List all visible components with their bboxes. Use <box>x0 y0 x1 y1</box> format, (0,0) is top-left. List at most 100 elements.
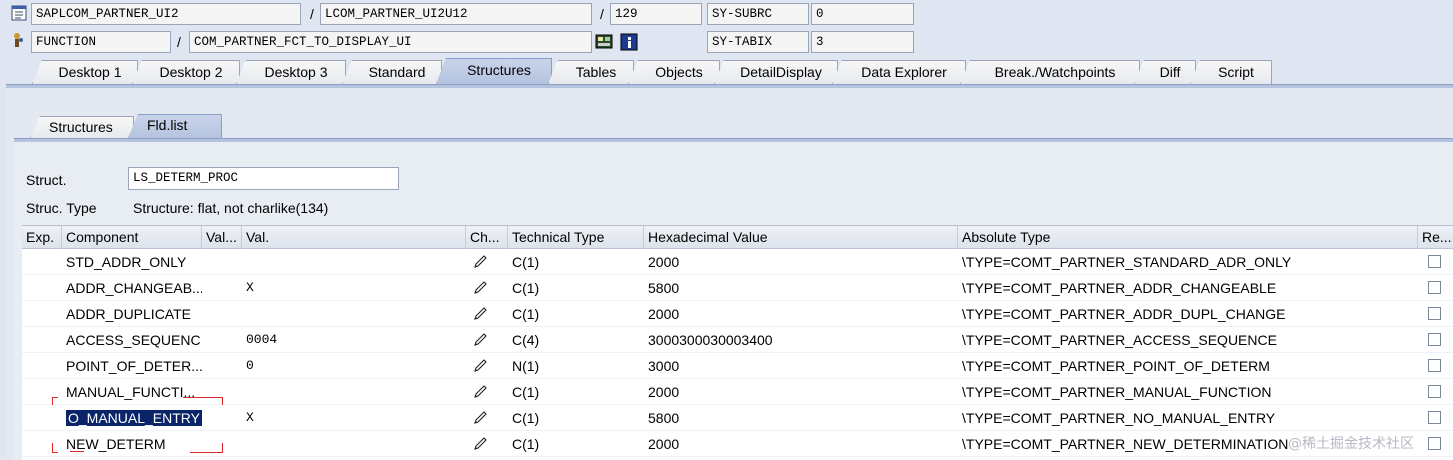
absolute-type-cell: \TYPE=COMT_PARTNER_MANUAL_FUNCTION <box>962 384 1272 400</box>
tab-desktop-1[interactable]: Desktop 1 <box>32 60 138 84</box>
annotation-mark <box>190 443 223 453</box>
pencil-icon[interactable] <box>472 306 488 322</box>
event-type-field[interactable]: FUNCTION <box>31 31 171 53</box>
value-cell[interactable]: X <box>246 405 462 431</box>
col-val[interactable]: Val. <box>242 226 466 249</box>
table-row[interactable]: O_MANUAL_ENTRY X C(1) 5800 \TYPE=COMT_PARTNE… <box>22 405 1453 431</box>
table-row[interactable]: ACCESS_SEQUENC... 0004 C(4) 300030003000340… <box>22 327 1453 353</box>
technical-type-cell: C(1) <box>512 280 540 296</box>
component-cell[interactable]: POINT_OF_DETER... <box>66 353 202 379</box>
ref-checkbox[interactable] <box>1428 359 1441 372</box>
tab-data-explorer[interactable]: Data Explorer <box>832 60 966 84</box>
table-row[interactable]: MANUAL_FUNCTI... C(1) 2000 \TYPE=COMT_PARTN… <box>22 379 1453 405</box>
var1-value-field[interactable]: 0 <box>811 3 914 25</box>
col-change[interactable]: Ch... <box>466 226 508 249</box>
annotation-mark <box>183 397 223 405</box>
annotation-mark <box>70 451 84 452</box>
table-row[interactable]: POINT_OF_DETER... 0 N(1) 3000 \TYPE=COMT_PAR… <box>22 353 1453 379</box>
technical-type-cell: C(1) <box>512 384 540 400</box>
info-icon[interactable] <box>620 33 638 51</box>
value-cell[interactable]: X <box>246 275 462 301</box>
subtab-fld-list[interactable]: Fld.list <box>128 114 222 138</box>
pencil-icon[interactable] <box>472 384 488 400</box>
ref-checkbox[interactable] <box>1428 411 1441 424</box>
component-cell[interactable]: STD_ADDR_ONLY <box>66 249 202 275</box>
component-cell[interactable]: O_MANUAL_ENTRY <box>66 405 202 431</box>
table-row[interactable]: NEW_DETERM C(1) 2000 \TYPE=COMT_PARTNER_NEW… <box>22 431 1453 457</box>
struct-type-value: Structure: flat, not charlike(134) <box>133 200 329 216</box>
pencil-icon[interactable] <box>472 436 488 452</box>
pencil-icon[interactable] <box>472 358 488 374</box>
table-row[interactable]: ADDR_DUPLICATE C(1) 2000 \TYPE=COMT_PARTNER… <box>22 301 1453 327</box>
field-list-table: Exp. Component Val... Val. Ch... Technic… <box>22 225 1453 460</box>
component-cell[interactable]: MANUAL_FUNCTI... <box>66 379 202 405</box>
tab-objects[interactable]: Objects <box>628 60 720 84</box>
ref-checkbox[interactable] <box>1428 333 1441 346</box>
value-cell[interactable]: 0004 <box>246 327 462 353</box>
tab-detaildisplay[interactable]: DetailDisplay <box>714 60 838 84</box>
pencil-icon[interactable] <box>472 254 488 270</box>
component-cell[interactable]: ADDR_DUPLICATE <box>66 301 202 327</box>
absolute-type-cell: \TYPE=COMT_PARTNER_ADDR_CHANGEABLE <box>962 280 1277 296</box>
tab-desktop-3[interactable]: Desktop 3 <box>236 60 346 84</box>
col-ref[interactable]: Re... <box>1418 226 1453 249</box>
pencil-icon[interactable] <box>472 332 488 348</box>
struct-input[interactable]: LS_DETERM_PROC <box>128 167 399 190</box>
tab-break-watchpoints[interactable]: Break./Watchpoints <box>960 60 1140 84</box>
col-exp[interactable]: Exp. <box>22 226 62 249</box>
line-field[interactable]: 129 <box>610 3 702 25</box>
table-row[interactable]: STD_ADDR_ONLY C(1) 2000 \TYPE=COMT_PARTNER_… <box>22 249 1453 275</box>
struct-label: Struct. <box>26 172 67 188</box>
ref-checkbox[interactable] <box>1428 281 1441 294</box>
tab-desktop-2[interactable]: Desktop 2 <box>132 60 240 84</box>
technical-type-cell: N(1) <box>512 358 540 374</box>
ref-checkbox[interactable] <box>1428 255 1441 268</box>
value-cell[interactable] <box>246 301 462 327</box>
col-component[interactable]: Component <box>62 226 202 249</box>
tab-script[interactable]: Script <box>1190 60 1272 84</box>
watermark: @稀土掘金技术社区 <box>1288 436 1414 452</box>
var2-value-field[interactable]: 3 <box>811 31 914 53</box>
component-cell[interactable]: ADDR_CHANGEAB... <box>66 275 202 301</box>
subtab-structures[interactable]: Structures <box>30 116 134 138</box>
pencil-icon[interactable] <box>472 280 488 296</box>
pencil-icon[interactable] <box>472 410 488 426</box>
component-cell[interactable]: ACCESS_SEQUENC... <box>66 327 202 353</box>
ref-checkbox[interactable] <box>1428 437 1441 450</box>
value-cell[interactable] <box>246 431 462 457</box>
technical-type-cell: C(1) <box>512 436 540 452</box>
absolute-type-cell: \TYPE=COMT_PARTNER_NO_MANUAL_ENTRY <box>962 410 1276 426</box>
display-icon[interactable] <box>595 33 613 51</box>
separator: / <box>310 6 314 22</box>
col-absolute-type[interactable]: Absolute Type <box>958 226 1418 249</box>
ref-checkbox[interactable] <box>1428 307 1441 320</box>
separator: / <box>177 34 181 50</box>
col-technical-type[interactable]: Technical Type <box>508 226 644 249</box>
event-name-field[interactable]: COM_PARTNER_FCT_TO_DISPLAY_UI <box>189 31 592 53</box>
annotation-mark <box>52 397 58 405</box>
var2-name-field[interactable]: SY-TABIX <box>707 31 809 53</box>
value-cell[interactable] <box>246 249 462 275</box>
ref-checkbox[interactable] <box>1428 385 1441 398</box>
annotation-mark <box>52 443 58 453</box>
include-field[interactable]: LCOM_PARTNER_UI2U12 <box>320 3 592 25</box>
main-tabstrip: Desktop 1 Desktop 2 Desktop 3 Standard S… <box>0 58 1453 84</box>
tab-diff[interactable]: Diff <box>1134 60 1196 84</box>
program-field[interactable]: SAPLCOM_PARTNER_UI2 <box>31 3 301 25</box>
hex-value-cell: 3000300030003400 <box>648 332 773 348</box>
debugger-header: SAPLCOM_PARTNER_UI2 / LCOM_PARTNER_UI2U1… <box>0 0 1453 56</box>
table-row[interactable]: ADDR_CHANGEAB... X C(1) 5800 \TYPE=COMT_PART… <box>22 275 1453 301</box>
hex-value-cell: 2000 <box>648 254 680 270</box>
col-hex-value[interactable]: Hexadecimal Value <box>644 226 958 249</box>
value-cell[interactable] <box>246 379 462 405</box>
value-cell[interactable]: 0 <box>246 353 462 379</box>
tab-standard[interactable]: Standard <box>342 60 442 84</box>
tab-structures[interactable]: Structures <box>436 58 552 84</box>
col-val-short[interactable]: Val... <box>202 226 242 249</box>
separator: / <box>600 6 604 22</box>
tab-tables[interactable]: Tables <box>548 60 634 84</box>
var1-name-field[interactable]: SY-SUBRC <box>707 3 809 25</box>
technical-type-cell: C(1) <box>512 306 540 322</box>
absolute-type-cell: \TYPE=COMT_PARTNER_ACCESS_SEQUENCE <box>962 332 1277 348</box>
component-cell[interactable]: NEW_DETERM <box>66 431 202 457</box>
